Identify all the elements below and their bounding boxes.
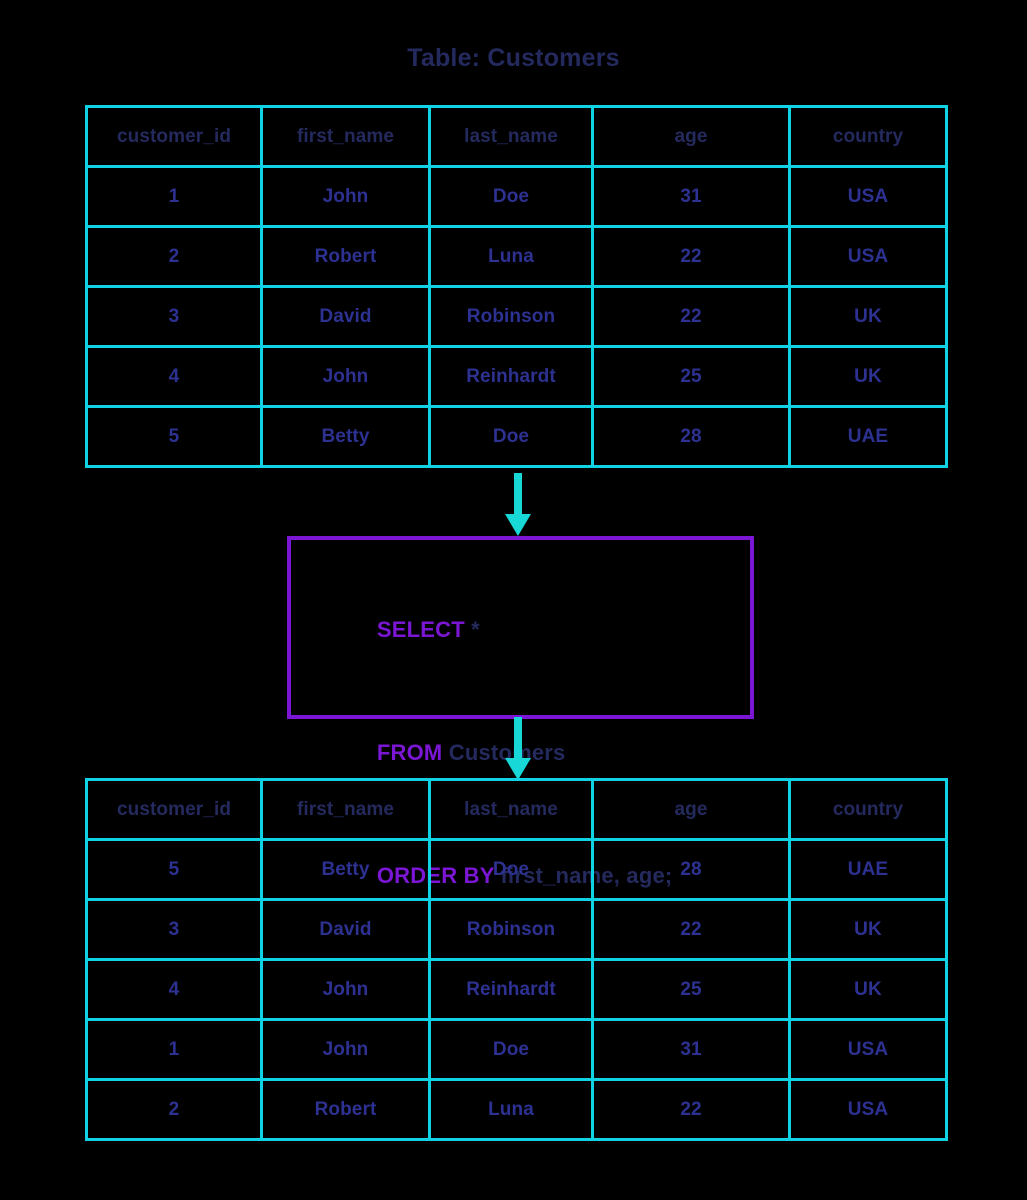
- diagram-canvas: Table: Customers customer_id first_name …: [0, 0, 1027, 1200]
- cell-age: 31: [591, 165, 791, 228]
- cell-customer-id: 5: [85, 405, 263, 468]
- cell-first-name: John: [260, 345, 431, 408]
- arrow-head: [505, 758, 531, 780]
- table-row: 5 Betty Doe 28 UAE: [85, 838, 948, 901]
- table-row: 4 John Reinhardt 25 UK: [85, 345, 948, 408]
- column-header-country: country: [788, 105, 948, 168]
- column-header-age: age: [591, 105, 791, 168]
- column-header-customer-id: customer_id: [85, 105, 263, 168]
- cell-last-name: Doe: [428, 405, 594, 468]
- cell-first-name: Betty: [260, 405, 431, 468]
- cell-age: 25: [591, 958, 791, 1021]
- cell-age: 22: [591, 285, 791, 348]
- cell-age: 22: [591, 225, 791, 288]
- cell-customer-id: 3: [85, 285, 263, 348]
- result-table: customer_id first_name last_name age cou…: [85, 778, 948, 1141]
- cell-first-name: David: [260, 285, 431, 348]
- table-row: 3 David Robinson 22 UK: [85, 285, 948, 348]
- down-arrow-icon: [505, 473, 531, 536]
- sql-keyword-from: FROM: [376, 740, 443, 765]
- result-table-header: customer_id first_name last_name age cou…: [85, 778, 948, 841]
- cell-age: 25: [591, 345, 791, 408]
- table-row: 3 David Robinson 22 UK: [85, 898, 948, 961]
- cell-customer-id: 4: [85, 958, 263, 1021]
- cell-first-name: Robert: [260, 225, 431, 288]
- table-row: 2 Robert Luna 22 USA: [85, 1078, 948, 1141]
- sql-line-select: SELECT *: [339, 568, 750, 691]
- cell-age: 31: [591, 1018, 791, 1081]
- cell-country: UK: [788, 898, 948, 961]
- sql-operand-star: *: [464, 617, 480, 642]
- cell-country: UK: [788, 285, 948, 348]
- cell-last-name: Doe: [428, 838, 594, 901]
- cell-age: 22: [591, 1078, 791, 1141]
- table-header-row: customer_id first_name last_name age cou…: [85, 778, 948, 841]
- cell-first-name: Robert: [260, 1078, 431, 1141]
- table-row: 5 Betty Doe 28 UAE: [85, 405, 948, 468]
- sql-query-box: SELECT * FROM Customers ORDER BY first_n…: [287, 536, 754, 888]
- column-header-first-name: first_name: [260, 778, 431, 841]
- cell-last-name: Robinson: [428, 285, 594, 348]
- cell-last-name: Luna: [428, 225, 594, 288]
- table-row: 1 John Doe 31 USA: [85, 1018, 948, 1081]
- cell-customer-id: 3: [85, 898, 263, 961]
- column-header-age: age: [591, 778, 791, 841]
- cell-customer-id: 1: [85, 1018, 263, 1081]
- cell-last-name: Reinhardt: [428, 958, 594, 1021]
- cell-country: UAE: [788, 405, 948, 468]
- cell-customer-id: 1: [85, 165, 263, 228]
- arrow-head: [505, 514, 531, 536]
- column-header-last-name: last_name: [428, 105, 594, 168]
- page-title: Table: Customers: [407, 44, 620, 72]
- table-header-row: customer_id first_name last_name age cou…: [85, 105, 948, 168]
- source-table: customer_id first_name last_name age cou…: [85, 105, 948, 468]
- table-row: 2 Robert Luna 22 USA: [85, 225, 948, 288]
- arrow-shaft: [514, 717, 522, 761]
- cell-first-name: John: [260, 958, 431, 1021]
- sql-keyword-select: SELECT: [376, 617, 465, 642]
- cell-country: USA: [788, 1018, 948, 1081]
- cell-last-name: Reinhardt: [428, 345, 594, 408]
- column-header-customer-id: customer_id: [85, 778, 263, 841]
- cell-country: UK: [788, 958, 948, 1021]
- cell-country: USA: [788, 1078, 948, 1141]
- cell-last-name: Doe: [428, 165, 594, 228]
- source-table-header: customer_id first_name last_name age cou…: [85, 105, 948, 168]
- column-header-first-name: first_name: [260, 105, 431, 168]
- cell-customer-id: 2: [85, 225, 263, 288]
- column-header-country: country: [788, 778, 948, 841]
- cell-first-name: John: [260, 165, 431, 228]
- table-row: 1 John Doe 31 USA: [85, 165, 948, 228]
- cell-country: UK: [788, 345, 948, 408]
- cell-country: USA: [788, 165, 948, 228]
- cell-last-name: Robinson: [428, 898, 594, 961]
- cell-age: 22: [591, 898, 791, 961]
- cell-customer-id: 2: [85, 1078, 263, 1141]
- cell-country: UAE: [788, 838, 948, 901]
- cell-last-name: Doe: [428, 1018, 594, 1081]
- cell-age: 28: [591, 838, 791, 901]
- cell-customer-id: 4: [85, 345, 263, 408]
- cell-country: USA: [788, 225, 948, 288]
- result-table-body: 5 Betty Doe 28 UAE 3 David Robinson 22 U…: [85, 838, 948, 1141]
- table-row: 4 John Reinhardt 25 UK: [85, 958, 948, 1021]
- column-header-last-name: last_name: [428, 778, 594, 841]
- cell-first-name: David: [260, 898, 431, 961]
- down-arrow-icon: [505, 717, 531, 780]
- cell-age: 28: [591, 405, 791, 468]
- cell-first-name: John: [260, 1018, 431, 1081]
- cell-last-name: Luna: [428, 1078, 594, 1141]
- cell-customer-id: 5: [85, 838, 263, 901]
- source-table-body: 1 John Doe 31 USA 2 Robert Luna 22 USA 3…: [85, 165, 948, 468]
- arrow-shaft: [514, 473, 522, 517]
- cell-first-name: Betty: [260, 838, 431, 901]
- sql-operand-table: Customers: [442, 740, 566, 765]
